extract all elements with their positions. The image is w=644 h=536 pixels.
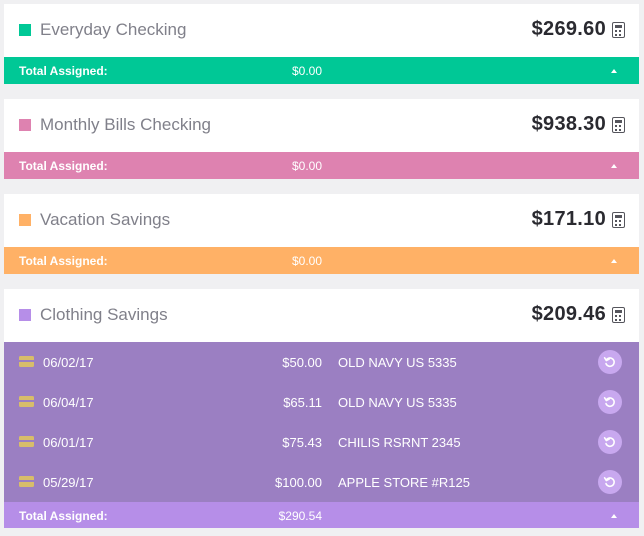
account-name: Monthly Bills Checking — [40, 115, 212, 134]
account-card-everyday-checking: Everyday Checking $269.60 Total Assigned… — [4, 4, 639, 84]
transaction-list: 06/02/17 $50.00 OLD NAVY US 5335 06/04/1… — [4, 342, 639, 502]
account-name: Everyday Checking — [40, 20, 187, 39]
caret-up-icon[interactable] — [611, 514, 617, 518]
account-color-swatch — [19, 119, 31, 131]
account-header[interactable]: Monthly Bills Checking $938.30 — [4, 99, 639, 152]
total-assigned-label: Total Assigned: — [19, 159, 108, 173]
transaction-payee: OLD NAVY US 5335 — [338, 355, 457, 370]
account-card-clothing-savings: Clothing Savings $209.46 06/02/17 $50.00… — [4, 289, 639, 528]
transaction-date: 05/29/17 — [43, 475, 94, 490]
transaction-amount: $50.00 — [282, 355, 322, 370]
account-header[interactable]: Clothing Savings $209.46 — [4, 289, 639, 342]
undo-icon[interactable] — [598, 350, 622, 374]
account-color-swatch — [19, 24, 31, 36]
total-assigned-bar[interactable]: Total Assigned: $0.00 — [4, 57, 639, 84]
credit-card-icon — [19, 356, 34, 367]
undo-icon[interactable] — [598, 470, 622, 494]
total-assigned-label: Total Assigned: — [19, 509, 108, 523]
credit-card-icon — [19, 436, 34, 447]
transaction-row[interactable]: 06/04/17 $65.11 OLD NAVY US 5335 — [4, 382, 639, 422]
total-assigned-amount: $0.00 — [291, 254, 322, 268]
calculator-icon[interactable] — [612, 22, 625, 38]
account-balance: $209.46 — [531, 303, 606, 325]
account-card-monthly-bills-checking: Monthly Bills Checking $938.30 Total Ass… — [4, 99, 639, 179]
account-balance: $938.30 — [531, 113, 606, 135]
transaction-payee: APPLE STORE #R125 — [338, 475, 470, 490]
total-assigned-amount: $0.00 — [291, 159, 322, 173]
transaction-row[interactable]: 06/02/17 $50.00 OLD NAVY US 5335 — [4, 342, 639, 382]
total-assigned-amount: $290.54 — [278, 509, 322, 523]
account-name: Vacation Savings — [40, 210, 171, 229]
credit-card-icon — [19, 476, 34, 487]
caret-up-icon[interactable] — [611, 69, 617, 73]
credit-card-icon — [19, 396, 34, 407]
account-color-swatch — [19, 214, 31, 226]
transaction-date: 06/04/17 — [43, 395, 94, 410]
caret-up-icon[interactable] — [611, 164, 617, 168]
account-header[interactable]: Vacation Savings $171.10 — [4, 194, 639, 247]
undo-icon[interactable] — [598, 430, 622, 454]
caret-up-icon[interactable] — [611, 259, 617, 263]
transaction-row[interactable]: 06/01/17 $75.43 CHILIS RSRNT 2345 — [4, 422, 639, 462]
account-card-vacation-savings: Vacation Savings $171.10 Total Assigned:… — [4, 194, 639, 274]
total-assigned-amount: $0.00 — [291, 64, 322, 78]
transaction-row[interactable]: 05/29/17 $100.00 APPLE STORE #R125 — [4, 462, 639, 502]
transaction-amount: $75.43 — [282, 435, 322, 450]
calculator-icon[interactable] — [612, 117, 625, 133]
total-assigned-bar[interactable]: Total Assigned: $0.00 — [4, 152, 639, 179]
account-color-swatch — [19, 309, 31, 321]
calculator-icon[interactable] — [612, 307, 625, 323]
transaction-amount: $65.11 — [283, 395, 322, 410]
total-assigned-bar[interactable]: Total Assigned: $0.00 — [4, 247, 639, 274]
total-assigned-label: Total Assigned: — [19, 254, 108, 268]
total-assigned-bar[interactable]: Total Assigned: $290.54 — [4, 502, 639, 528]
transaction-date: 06/01/17 — [43, 435, 94, 450]
transaction-payee: CHILIS RSRNT 2345 — [338, 435, 461, 450]
undo-icon[interactable] — [598, 390, 622, 414]
account-name: Clothing Savings — [40, 305, 168, 324]
transaction-amount: $100.00 — [275, 475, 322, 490]
total-assigned-label: Total Assigned: — [19, 64, 108, 78]
transaction-payee: OLD NAVY US 5335 — [338, 395, 457, 410]
calculator-icon[interactable] — [612, 212, 625, 228]
account-header[interactable]: Everyday Checking $269.60 — [4, 4, 639, 57]
account-balance: $171.10 — [531, 208, 606, 230]
transaction-date: 06/02/17 — [43, 355, 94, 370]
account-balance: $269.60 — [531, 18, 606, 40]
